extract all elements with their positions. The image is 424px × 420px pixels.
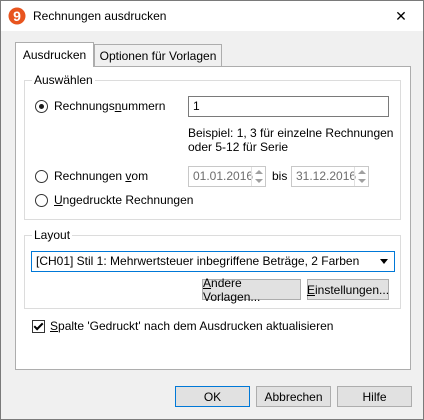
help-button[interactable]: Hilfe: [337, 386, 412, 407]
template-select[interactable]: [CH01] Stil 1: Mehrwertsteuer inbegriffe…: [31, 251, 395, 272]
layout-group-label: Layout: [32, 228, 73, 242]
select-group-label: Auswählen: [32, 73, 95, 87]
update-printed-label[interactable]: Spalte 'Gedruckt' nach dem Ausdrucken ak…: [50, 319, 333, 333]
tab-panel-print: Auswählen Rechnungsnummern 1 Beispiel: 1…: [15, 66, 411, 370]
other-templates-label: Andere Vorlagen...: [203, 275, 261, 304]
ok-button[interactable]: OK: [175, 386, 250, 407]
tab-template-options-label: Optionen für Vorlagen: [99, 49, 217, 63]
radio-unprinted-invoices-label[interactable]: Ungedruckte Rechnungen: [54, 193, 193, 207]
tab-template-options[interactable]: Optionen für Vorlagen: [94, 44, 222, 67]
layout-group: Layout [CH01] Stil 1: Mehrwertsteuer inb…: [24, 228, 401, 309]
radio-invoice-numbers-label[interactable]: Rechnungsnummern: [54, 99, 165, 113]
radio-invoices-from-label[interactable]: Rechnungen vom: [54, 169, 148, 183]
date-to-spinner[interactable]: [354, 167, 368, 186]
template-select-value: [CH01] Stil 1: Mehrwertsteuer inbegriffe…: [36, 254, 360, 268]
ok-button-label: OK: [203, 389, 222, 404]
radio-invoices-from[interactable]: [35, 170, 48, 183]
radio-invoice-numbers[interactable]: [35, 100, 48, 113]
chevron-down-icon: [380, 259, 388, 264]
close-icon: ✕: [395, 7, 407, 24]
update-printed-checkbox[interactable]: [32, 320, 45, 333]
invoice-numbers-input[interactable]: 1: [188, 96, 389, 117]
tab-print[interactable]: Ausdrucken: [15, 42, 94, 67]
print-invoices-dialog: 9 Rechnungen ausdrucken ✕ Ausdrucken Opt…: [0, 0, 424, 420]
title-bar: 9 Rechnungen ausdrucken ✕: [1, 1, 423, 31]
close-button[interactable]: ✕: [379, 1, 423, 31]
settings-label: Einstellungen...: [306, 282, 390, 297]
checkmark-icon: [33, 320, 44, 331]
window-title: Rechnungen ausdrucken: [33, 9, 167, 23]
radio-unprinted-invoices[interactable]: [35, 194, 48, 207]
tab-print-label: Ausdrucken: [22, 48, 87, 62]
date-to-label: bis: [272, 169, 288, 183]
app-logo-icon: 9: [8, 7, 26, 25]
invoice-numbers-value: 1: [193, 99, 200, 113]
other-templates-button[interactable]: Andere Vorlagen...: [202, 276, 301, 304]
svg-text:9: 9: [13, 8, 21, 24]
cancel-button-label: Abbrechen: [264, 389, 323, 404]
invoice-numbers-hint-1: Beispiel: 1, 3 für einzelne Rechnungen: [188, 126, 394, 140]
date-from-spinner[interactable]: [251, 167, 265, 186]
select-group: Auswählen Rechnungsnummern 1 Beispiel: 1…: [24, 73, 401, 220]
date-to-value: 31.12.2016: [296, 169, 357, 183]
date-from-value: 01.01.2016: [193, 169, 254, 183]
date-from-input[interactable]: 01.01.2016: [188, 166, 266, 187]
invoice-numbers-hint-2: oder 5-12 für Serie: [188, 140, 289, 154]
date-to-input[interactable]: 31.12.2016: [291, 166, 369, 187]
settings-button[interactable]: Einstellungen...: [307, 279, 389, 300]
help-button-label: Hilfe: [362, 389, 387, 404]
cancel-button[interactable]: Abbrechen: [256, 386, 331, 407]
